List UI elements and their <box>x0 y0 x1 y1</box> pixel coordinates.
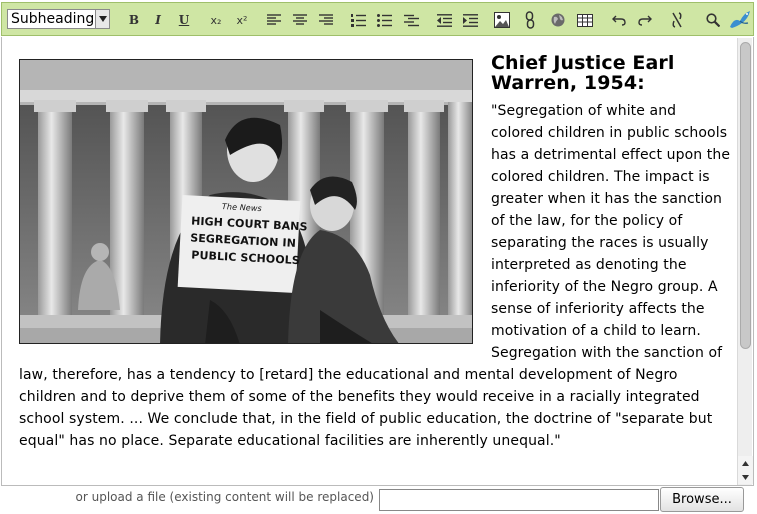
definition-list-button[interactable] <box>400 9 422 31</box>
indent-button[interactable] <box>459 9 481 31</box>
editor-toolbar: Subheading B I U x₂ x² <box>1 2 754 36</box>
undo-button[interactable] <box>608 9 630 31</box>
editor-area[interactable]: The News HIGH COURT BANS SEGREGATION IN … <box>1 37 754 486</box>
align-left-button[interactable] <box>263 9 285 31</box>
photo-segregation-ruling: The News HIGH COURT BANS SEGREGATION IN … <box>19 59 473 344</box>
italic-button[interactable]: I <box>147 9 169 31</box>
subscript-button[interactable]: x₂ <box>205 9 227 31</box>
article-content[interactable]: The News HIGH COURT BANS SEGREGATION IN … <box>19 51 731 452</box>
format-select-value: Subheading <box>11 11 95 27</box>
indent-icon <box>462 13 478 27</box>
scroll-down-arrow[interactable] <box>738 470 753 484</box>
arrow-down-icon <box>742 474 749 480</box>
globe-icon <box>551 13 565 27</box>
web-link-button[interactable] <box>547 9 569 31</box>
align-right-icon <box>319 14 333 25</box>
definition-list-icon <box>403 14 419 26</box>
vertical-scrollbar[interactable] <box>737 38 753 485</box>
format-select[interactable]: Subheading <box>7 9 110 29</box>
insert-image-button[interactable] <box>491 9 513 31</box>
bird-logo-icon <box>730 11 750 28</box>
scroll-up-arrow[interactable] <box>738 456 753 470</box>
search-icon <box>706 13 720 27</box>
upload-label: or upload a file (existing content will … <box>75 490 375 504</box>
subscript-icon: x₂ <box>210 13 222 27</box>
bullet-list-icon <box>376 13 392 27</box>
outdent-button[interactable] <box>433 9 455 31</box>
arrow-up-icon <box>742 460 749 466</box>
superscript-button[interactable]: x² <box>231 9 253 31</box>
superscript-icon: x² <box>236 13 248 27</box>
scrollbar-thumb[interactable] <box>740 42 751 349</box>
redo-button[interactable] <box>634 9 656 31</box>
underline-button[interactable]: U <box>173 9 195 31</box>
insert-link-button[interactable] <box>519 9 541 31</box>
bold-button[interactable]: B <box>123 9 145 31</box>
bullet-list-button[interactable] <box>373 9 395 31</box>
italic-icon: I <box>155 13 161 27</box>
upload-file-field[interactable] <box>379 489 659 511</box>
align-center-button[interactable] <box>289 9 311 31</box>
undo-icon <box>612 15 626 26</box>
align-center-icon <box>293 14 307 25</box>
underline-icon: U <box>178 13 190 27</box>
table-icon <box>577 13 593 27</box>
chevron-down-icon[interactable] <box>95 10 109 28</box>
find-button[interactable] <box>702 9 724 31</box>
browse-button[interactable]: Browse... <box>660 487 744 512</box>
link-icon <box>525 11 535 29</box>
numbered-list-icon <box>350 13 366 27</box>
help-button[interactable] <box>727 9 753 31</box>
numbered-list-button[interactable] <box>347 9 369 31</box>
unlink-button[interactable] <box>666 9 688 31</box>
image-icon <box>494 12 510 28</box>
outdent-icon <box>436 13 452 27</box>
insert-table-button[interactable] <box>574 9 596 31</box>
align-right-button[interactable] <box>315 9 337 31</box>
bold-icon: B <box>128 13 140 27</box>
align-left-icon <box>267 14 281 25</box>
upload-row: or upload a file (existing content will … <box>0 486 757 514</box>
unlink-icon <box>672 12 682 28</box>
redo-icon <box>638 15 652 26</box>
